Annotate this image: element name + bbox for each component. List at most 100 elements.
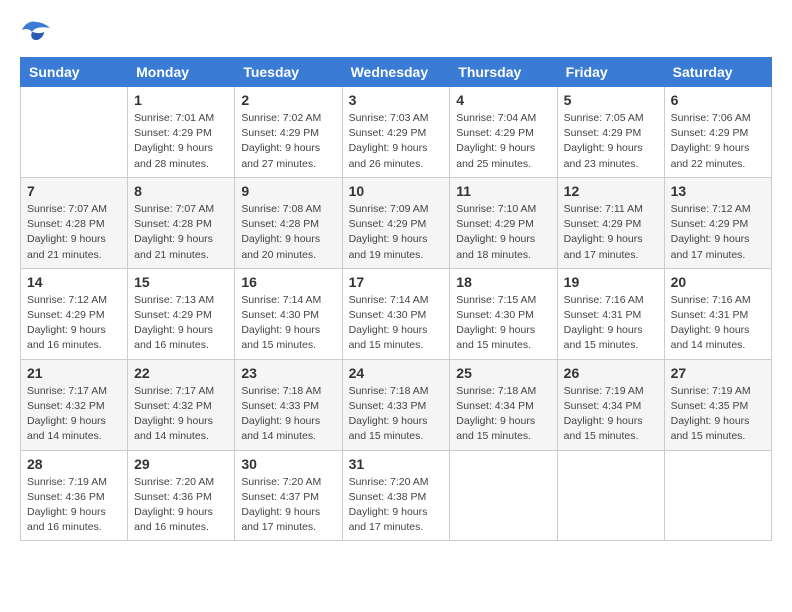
day-info: Sunrise: 7:18 AMSunset: 4:33 PMDaylight:… xyxy=(241,384,335,445)
day-number: 20 xyxy=(671,274,765,290)
day-number: 7 xyxy=(27,183,121,199)
day-number: 18 xyxy=(456,274,550,290)
calendar-cell: 17 Sunrise: 7:14 AMSunset: 4:30 PMDayligh… xyxy=(342,268,450,359)
calendar-header: SundayMondayTuesdayWednesdayThursdayFrid… xyxy=(21,58,772,87)
day-number: 10 xyxy=(349,183,444,199)
day-of-week-header: Monday xyxy=(128,58,235,87)
calendar-cell: 7 Sunrise: 7:07 AMSunset: 4:28 PMDaylight… xyxy=(21,177,128,268)
calendar-cell: 11 Sunrise: 7:10 AMSunset: 4:29 PMDayligh… xyxy=(450,177,557,268)
day-info: Sunrise: 7:14 AMSunset: 4:30 PMDaylight:… xyxy=(241,293,335,354)
day-info: Sunrise: 7:17 AMSunset: 4:32 PMDaylight:… xyxy=(134,384,228,445)
calendar-cell xyxy=(450,450,557,541)
calendar-body: 1 Sunrise: 7:01 AMSunset: 4:29 PMDaylight… xyxy=(21,87,772,541)
day-number: 1 xyxy=(134,92,228,108)
day-info: Sunrise: 7:11 AMSunset: 4:29 PMDaylight:… xyxy=(564,202,658,263)
day-number: 28 xyxy=(27,456,121,472)
day-number: 5 xyxy=(564,92,658,108)
logo-text xyxy=(20,20,50,47)
day-info: Sunrise: 7:07 AMSunset: 4:28 PMDaylight:… xyxy=(134,202,228,263)
day-info: Sunrise: 7:14 AMSunset: 4:30 PMDaylight:… xyxy=(349,293,444,354)
day-info: Sunrise: 7:15 AMSunset: 4:30 PMDaylight:… xyxy=(456,293,550,354)
calendar-week-row: 7 Sunrise: 7:07 AMSunset: 4:28 PMDaylight… xyxy=(21,177,772,268)
day-number: 15 xyxy=(134,274,228,290)
calendar-cell: 15 Sunrise: 7:13 AMSunset: 4:29 PMDayligh… xyxy=(128,268,235,359)
day-number: 27 xyxy=(671,365,765,381)
calendar-cell: 6Sunrise: 7:06 AMSunset: 4:29 PMDaylight… xyxy=(664,87,771,178)
day-number: 11 xyxy=(456,183,550,199)
day-info: Sunrise: 7:12 AMSunset: 4:29 PMDaylight:… xyxy=(27,293,121,354)
calendar-cell: 25 Sunrise: 7:18 AMSunset: 4:34 PMDayligh… xyxy=(450,359,557,450)
day-number: 19 xyxy=(564,274,658,290)
day-number: 25 xyxy=(456,365,550,381)
day-number: 2 xyxy=(241,92,335,108)
day-of-week-header: Tuesday xyxy=(235,58,342,87)
days-of-week-row: SundayMondayTuesdayWednesdayThursdayFrid… xyxy=(21,58,772,87)
day-info: Sunrise: 7:20 AMSunset: 4:37 PMDaylight:… xyxy=(241,475,335,536)
calendar-cell: 22 Sunrise: 7:17 AMSunset: 4:32 PMDayligh… xyxy=(128,359,235,450)
day-info: Sunrise: 7:17 AMSunset: 4:32 PMDaylight:… xyxy=(27,384,121,445)
day-info: Sunrise: 7:03 AMSunset: 4:29 PMDaylight:… xyxy=(349,111,444,172)
day-info: Sunrise: 7:13 AMSunset: 4:29 PMDaylight:… xyxy=(134,293,228,354)
day-info: Sunrise: 7:18 AMSunset: 4:34 PMDaylight:… xyxy=(456,384,550,445)
day-info: Sunrise: 7:20 AMSunset: 4:36 PMDaylight:… xyxy=(134,475,228,536)
day-info: Sunrise: 7:19 AMSunset: 4:36 PMDaylight:… xyxy=(27,475,121,536)
page-header xyxy=(20,20,772,47)
calendar-cell: 30 Sunrise: 7:20 AMSunset: 4:37 PMDayligh… xyxy=(235,450,342,541)
day-info: Sunrise: 7:20 AMSunset: 4:38 PMDaylight:… xyxy=(349,475,444,536)
calendar-cell: 14 Sunrise: 7:12 AMSunset: 4:29 PMDayligh… xyxy=(21,268,128,359)
calendar-cell: 29 Sunrise: 7:20 AMSunset: 4:36 PMDayligh… xyxy=(128,450,235,541)
day-info: Sunrise: 7:10 AMSunset: 4:29 PMDaylight:… xyxy=(456,202,550,263)
calendar-cell: 26Sunrise: 7:19 AMSunset: 4:34 PMDayligh… xyxy=(557,359,664,450)
calendar-cell xyxy=(557,450,664,541)
calendar-cell: 1 Sunrise: 7:01 AMSunset: 4:29 PMDaylight… xyxy=(128,87,235,178)
day-info: Sunrise: 7:02 AMSunset: 4:29 PMDaylight:… xyxy=(241,111,335,172)
calendar-cell: 24Sunrise: 7:18 AMSunset: 4:33 PMDayligh… xyxy=(342,359,450,450)
day-number: 12 xyxy=(564,183,658,199)
day-number: 21 xyxy=(27,365,121,381)
calendar-cell: 4Sunrise: 7:04 AMSunset: 4:29 PMDaylight… xyxy=(450,87,557,178)
day-info: Sunrise: 7:16 AMSunset: 4:31 PMDaylight:… xyxy=(671,293,765,354)
day-number: 30 xyxy=(241,456,335,472)
calendar-cell: 8Sunrise: 7:07 AMSunset: 4:28 PMDaylight… xyxy=(128,177,235,268)
calendar-cell: 20 Sunrise: 7:16 AMSunset: 4:31 PMDayligh… xyxy=(664,268,771,359)
calendar-cell: 23 Sunrise: 7:18 AMSunset: 4:33 PMDayligh… xyxy=(235,359,342,450)
calendar-cell: 12 Sunrise: 7:11 AMSunset: 4:29 PMDayligh… xyxy=(557,177,664,268)
day-of-week-header: Friday xyxy=(557,58,664,87)
calendar-week-row: 21 Sunrise: 7:17 AMSunset: 4:32 PMDayligh… xyxy=(21,359,772,450)
logo xyxy=(20,20,50,47)
logo-bird-icon xyxy=(22,20,50,42)
calendar-cell: 13Sunrise: 7:12 AMSunset: 4:29 PMDayligh… xyxy=(664,177,771,268)
day-number: 22 xyxy=(134,365,228,381)
day-info: Sunrise: 7:07 AMSunset: 4:28 PMDaylight:… xyxy=(27,202,121,263)
day-number: 17 xyxy=(349,274,444,290)
day-number: 26 xyxy=(564,365,658,381)
day-number: 31 xyxy=(349,456,444,472)
day-number: 4 xyxy=(456,92,550,108)
calendar-cell: 2 Sunrise: 7:02 AMSunset: 4:29 PMDaylight… xyxy=(235,87,342,178)
day-info: Sunrise: 7:05 AMSunset: 4:29 PMDaylight:… xyxy=(564,111,658,172)
calendar-week-row: 1 Sunrise: 7:01 AMSunset: 4:29 PMDaylight… xyxy=(21,87,772,178)
calendar-cell: 31 Sunrise: 7:20 AMSunset: 4:38 PMDayligh… xyxy=(342,450,450,541)
day-number: 29 xyxy=(134,456,228,472)
day-info: Sunrise: 7:01 AMSunset: 4:29 PMDaylight:… xyxy=(134,111,228,172)
day-info: Sunrise: 7:18 AMSunset: 4:33 PMDaylight:… xyxy=(349,384,444,445)
calendar-cell: 9Sunrise: 7:08 AMSunset: 4:28 PMDaylight… xyxy=(235,177,342,268)
day-number: 9 xyxy=(241,183,335,199)
calendar-cell: 19Sunrise: 7:16 AMSunset: 4:31 PMDayligh… xyxy=(557,268,664,359)
day-number: 14 xyxy=(27,274,121,290)
day-number: 6 xyxy=(671,92,765,108)
calendar-cell: 3Sunrise: 7:03 AMSunset: 4:29 PMDaylight… xyxy=(342,87,450,178)
calendar-week-row: 28 Sunrise: 7:19 AMSunset: 4:36 PMDayligh… xyxy=(21,450,772,541)
day-info: Sunrise: 7:19 AMSunset: 4:35 PMDaylight:… xyxy=(671,384,765,445)
day-of-week-header: Saturday xyxy=(664,58,771,87)
calendar-cell: 5 Sunrise: 7:05 AMSunset: 4:29 PMDaylight… xyxy=(557,87,664,178)
calendar-cell: 16 Sunrise: 7:14 AMSunset: 4:30 PMDayligh… xyxy=(235,268,342,359)
day-of-week-header: Wednesday xyxy=(342,58,450,87)
day-of-week-header: Thursday xyxy=(450,58,557,87)
day-number: 16 xyxy=(241,274,335,290)
calendar-cell: 10 Sunrise: 7:09 AMSunset: 4:29 PMDayligh… xyxy=(342,177,450,268)
day-of-week-header: Sunday xyxy=(21,58,128,87)
day-number: 23 xyxy=(241,365,335,381)
day-info: Sunrise: 7:09 AMSunset: 4:29 PMDaylight:… xyxy=(349,202,444,263)
calendar-week-row: 14 Sunrise: 7:12 AMSunset: 4:29 PMDayligh… xyxy=(21,268,772,359)
